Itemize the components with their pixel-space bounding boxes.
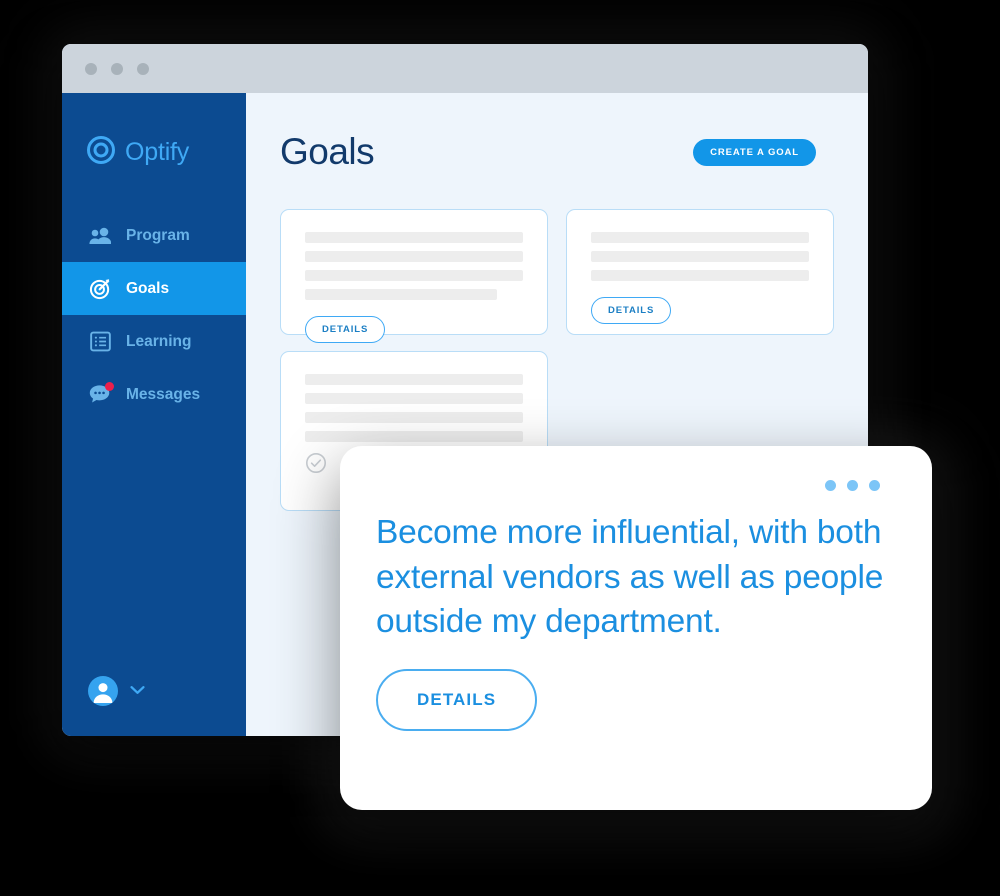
sidebar-item-label: Learning <box>126 332 192 350</box>
goal-card[interactable]: DETAILS <box>280 209 548 343</box>
people-icon <box>88 224 112 248</box>
sidebar-nav: Program Goals Learning Messages <box>62 209 246 421</box>
goal-detail-modal: Become more influential, with both exter… <box>340 446 932 810</box>
sidebar-item-label: Goals <box>126 279 170 297</box>
target-icon <box>88 277 112 301</box>
sidebar-item-program[interactable]: Program <box>62 209 246 262</box>
main-header: Goals CREATE A GOAL <box>280 93 834 173</box>
create-a-goal-button[interactable]: CREATE A GOAL <box>693 138 816 166</box>
skeleton-line <box>305 289 497 300</box>
skeleton-line <box>305 232 523 243</box>
modal-dot <box>869 480 880 491</box>
user-menu[interactable] <box>88 676 145 706</box>
goal-card[interactable]: DETAILS <box>566 209 834 335</box>
brand[interactable]: Optify <box>62 93 246 175</box>
sidebar-item-messages[interactable]: Messages <box>62 368 246 421</box>
chevron-down-icon[interactable] <box>130 682 145 700</box>
messages-notification-badge <box>105 381 114 391</box>
skeleton-line <box>305 374 523 385</box>
modal-menu-dots[interactable] <box>376 476 896 491</box>
skeleton-line <box>305 412 523 423</box>
sidebar: Optify Program Goals Learning Messages <box>62 93 246 736</box>
details-button[interactable]: DETAILS <box>591 297 672 324</box>
sidebar-item-goals[interactable]: Goals <box>62 262 246 315</box>
skeleton-line <box>591 251 809 262</box>
modal-dot <box>847 480 858 491</box>
skeleton-line <box>305 251 523 262</box>
modal-details-button[interactable]: DETAILS <box>376 668 538 731</box>
details-button[interactable]: DETAILS <box>305 316 386 343</box>
window-maximize-dot[interactable] <box>137 62 149 75</box>
skeleton-line <box>305 431 523 442</box>
list-icon <box>88 330 112 354</box>
skeleton-line <box>305 393 523 404</box>
window-close-dot[interactable] <box>85 62 97 75</box>
window-titlebar <box>62 44 868 93</box>
page-title: Goals <box>280 131 375 172</box>
skeleton-line <box>305 270 523 281</box>
skeleton-line <box>591 232 809 243</box>
goal-text: Become more influential, with both exter… <box>376 514 884 641</box>
window-minimize-dot[interactable] <box>111 62 123 75</box>
optify-ring-logo-icon <box>86 135 116 170</box>
sidebar-item-learning[interactable]: Learning <box>62 315 246 368</box>
brand-name: Optify <box>125 137 190 166</box>
sidebar-item-label: Program <box>126 226 190 244</box>
scene-canvas: Optify Program Goals Learning Messages G… <box>0 0 1000 896</box>
sidebar-item-label: Messages <box>126 385 201 403</box>
user-avatar-icon <box>88 676 118 706</box>
skeleton-line <box>591 270 809 281</box>
chat-bubble-icon <box>88 381 114 407</box>
modal-dot <box>825 480 836 491</box>
